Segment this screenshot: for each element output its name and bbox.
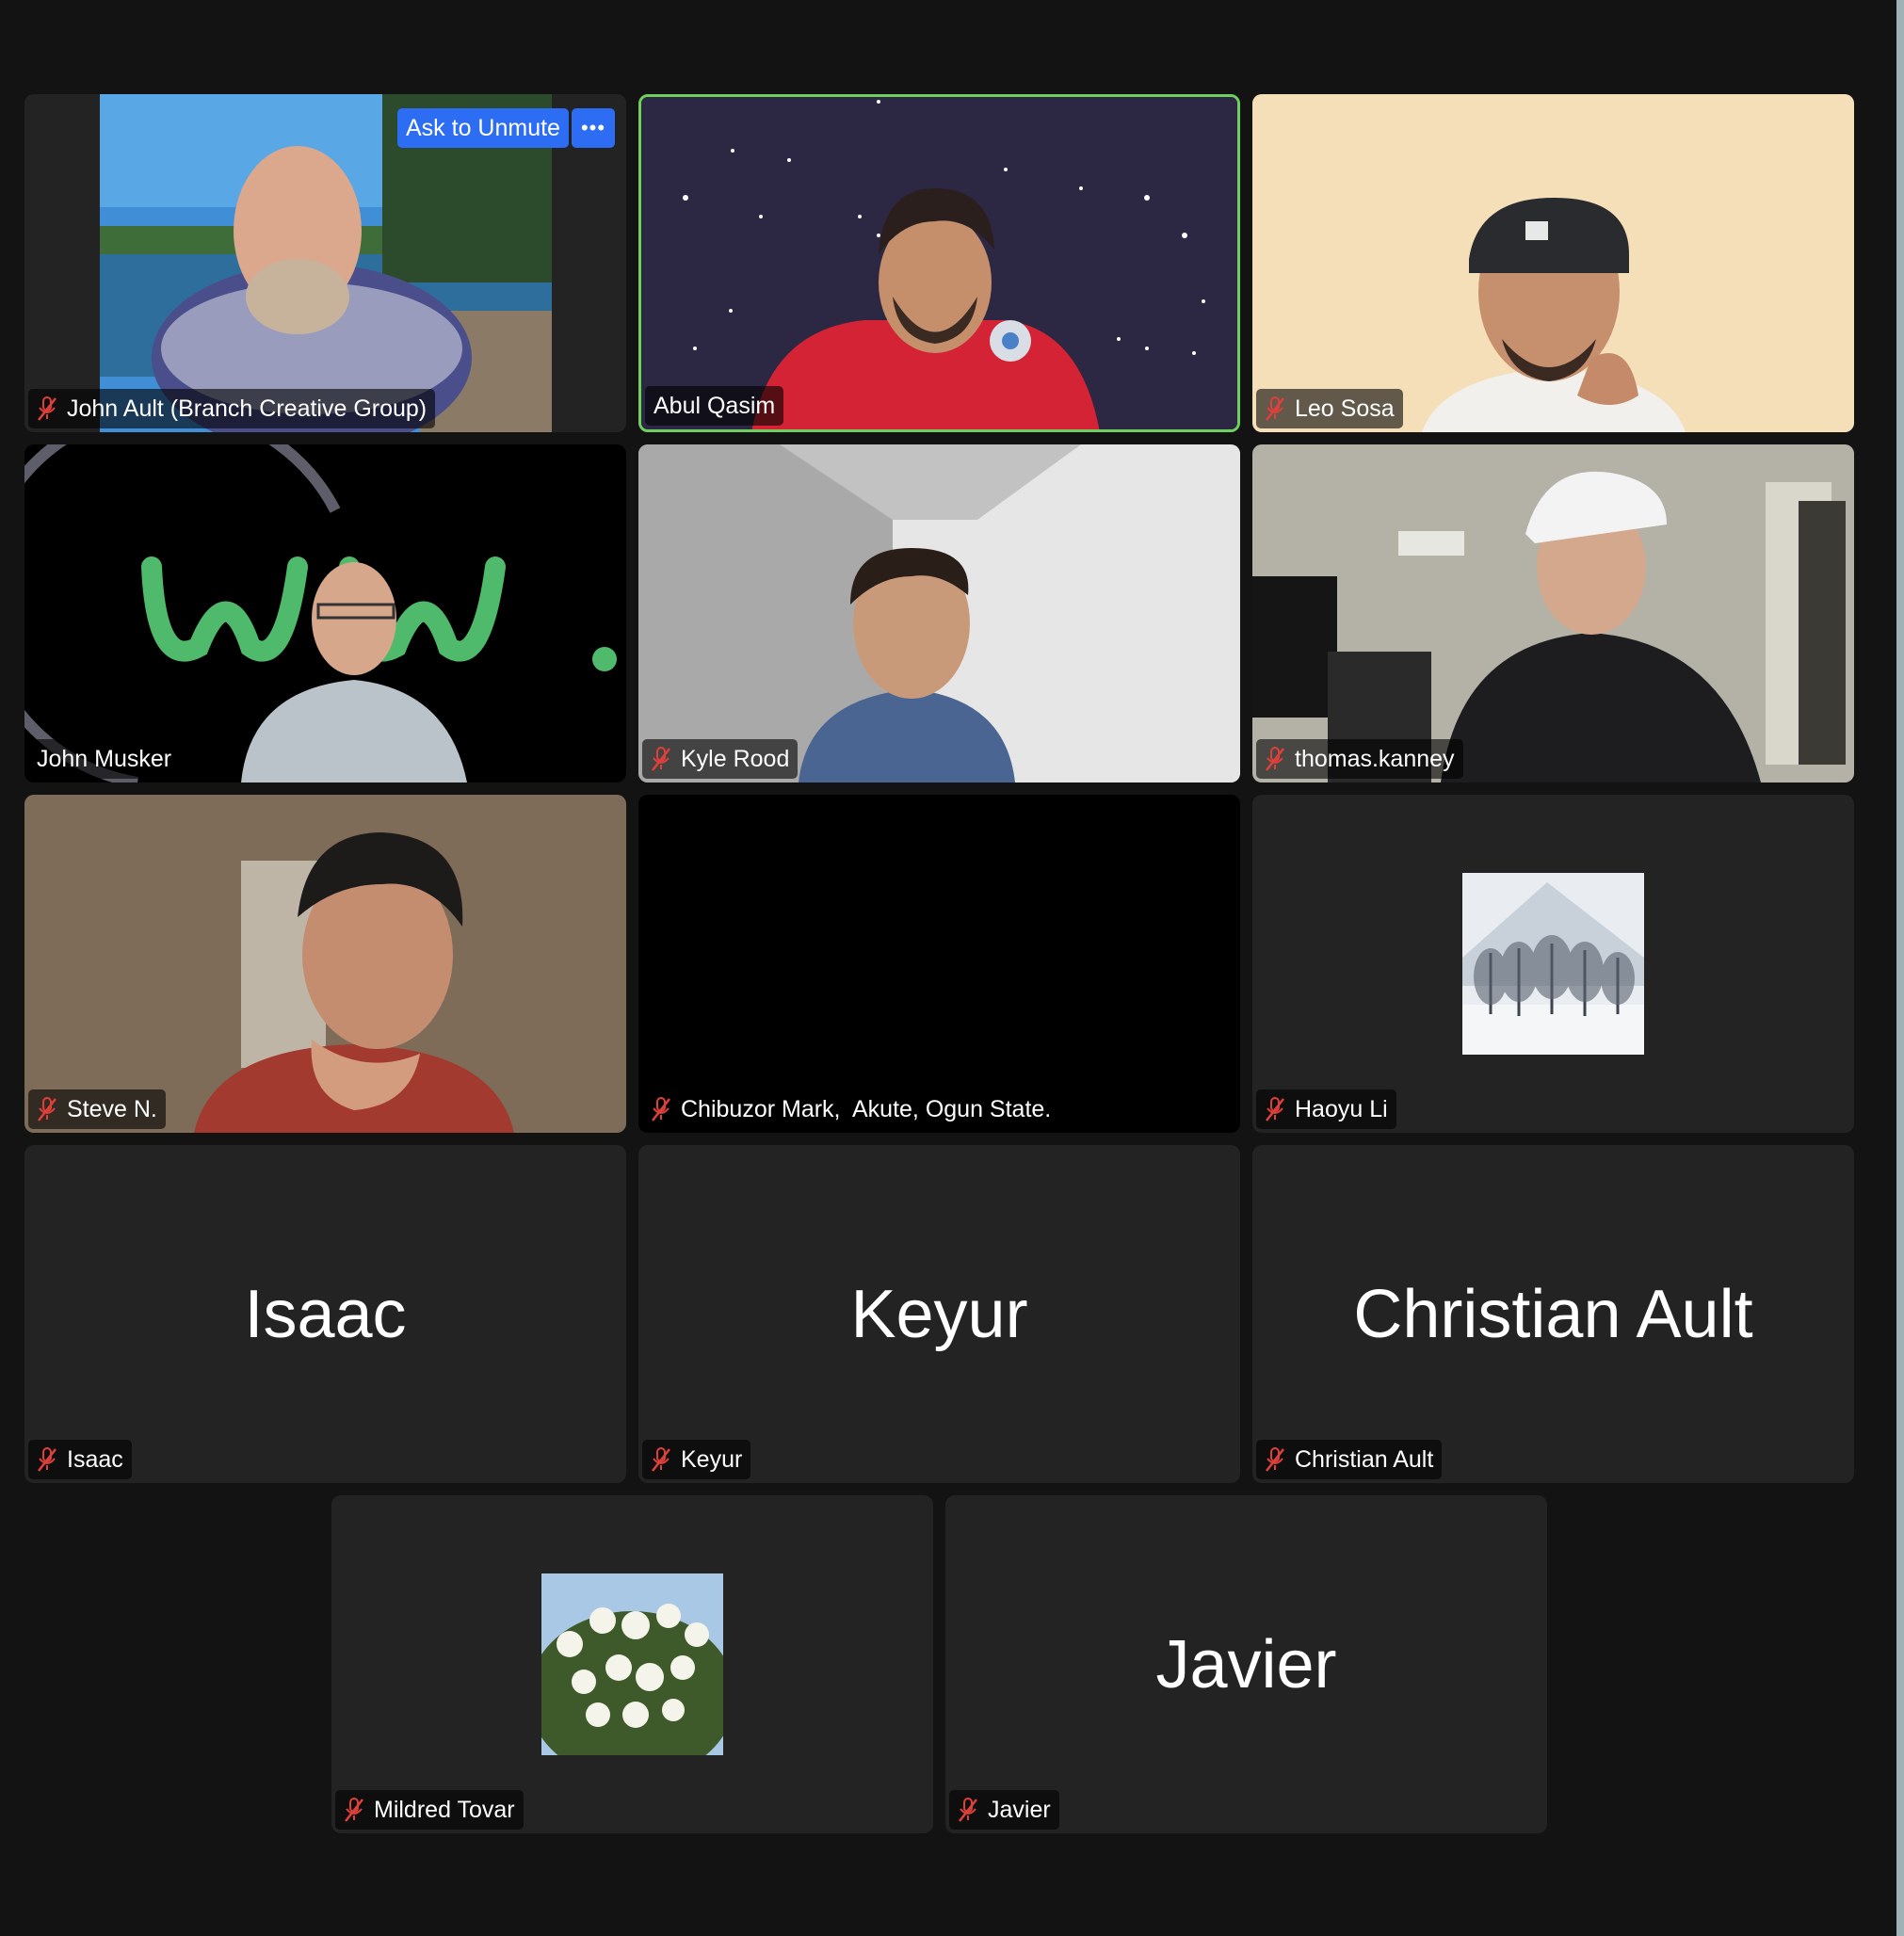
participant-name: Isaac [67,1446,123,1473]
participant-name: Chibuzor Mark, Akute, Ogun State. [681,1096,1052,1122]
participant-video [1252,94,1854,432]
participant-tile[interactable]: Isaac Isaac [24,1145,626,1483]
mic-muted-icon [38,396,56,421]
participant-tile[interactable]: Abul Qasim [638,94,1240,432]
mic-muted-icon [652,1447,670,1472]
participant-video [641,97,1237,429]
participant-name: Steve N. [67,1096,157,1122]
mic-muted-icon [1266,747,1284,771]
mic-muted-icon [1266,1447,1284,1472]
participant-name: Abul Qasim [653,393,776,419]
mic-muted-icon [38,1097,56,1121]
participant-video [24,444,626,782]
participant-tile[interactable]: Mildred Tovar [331,1495,933,1833]
participant-name: Keyur [681,1446,743,1473]
window-edge [1896,0,1904,1936]
mic-muted-icon [1266,396,1284,421]
participant-tile[interactable]: Javier Javier [945,1495,1547,1833]
participant-video [24,795,626,1133]
participant-name-tag: Javier [949,1790,1059,1830]
participant-display-name: Keyur [850,1276,1028,1352]
participant-name: Kyle Rood [681,746,790,772]
participant-tile[interactable]: Ask to Unmute ••• John Ault (Branch Crea… [24,94,626,432]
participant-display-name: Christian Ault [1353,1276,1753,1352]
participant-tile[interactable]: Kyle Rood [638,444,1240,782]
participant-tile[interactable]: Leo Sosa [1252,94,1854,432]
mic-muted-icon [345,1798,363,1822]
participant-display-name: Javier [1155,1626,1337,1702]
participant-tile[interactable]: Haoyu Li [1252,795,1854,1133]
participant-name-tag: Isaac [28,1440,132,1479]
participant-video [638,444,1240,782]
participant-name: John Ault (Branch Creative Group) [67,395,428,422]
participant-tile[interactable]: John Musker [24,444,626,782]
participant-name-tag: thomas.kanney [1256,739,1463,779]
participant-name-tag: Abul Qasim [645,386,784,426]
participant-tile[interactable]: Chibuzor Mark, Akute, Ogun State. [638,795,1240,1133]
participant-name: Mildred Tovar [374,1797,515,1823]
participant-name: Haoyu Li [1295,1096,1388,1122]
participant-tile[interactable]: Steve N. [24,795,626,1133]
participant-name-tag: John Ault (Branch Creative Group) [28,389,436,428]
participant-name-tag: Leo Sosa [1256,389,1403,428]
mic-muted-icon [652,747,670,771]
participant-name: Leo Sosa [1295,395,1395,422]
participant-name: thomas.kanney [1295,746,1455,772]
profile-picture [541,1573,723,1755]
participant-name-tag: Christian Ault [1256,1440,1443,1479]
participant-name-tag: Chibuzor Mark, Akute, Ogun State. [642,1089,1060,1129]
profile-picture [1462,873,1644,1055]
participant-name-tag: Mildred Tovar [335,1790,524,1830]
participant-tile[interactable]: Keyur Keyur [638,1145,1240,1483]
mic-muted-icon [1266,1097,1284,1121]
participant-name: John Musker [37,746,172,772]
mic-muted-icon [959,1798,977,1822]
participant-tile[interactable]: Christian Ault Christian Ault [1252,1145,1854,1483]
participant-name-tag: Kyle Rood [642,739,799,779]
participant-video [1252,444,1854,782]
more-options-button[interactable]: ••• [572,108,615,148]
participant-name: Christian Ault [1295,1446,1434,1473]
participant-name-tag: Haoyu Li [1256,1089,1396,1129]
more-icon: ••• [580,116,606,139]
mic-muted-icon [652,1097,670,1121]
participant-name-tag: Keyur [642,1440,751,1479]
participant-tile[interactable]: thomas.kanney [1252,444,1854,782]
participant-display-name: Isaac [244,1276,407,1352]
ask-to-unmute-button[interactable]: Ask to Unmute [397,108,569,148]
participant-name-tag: John Musker [28,739,181,779]
participant-name-tag: Steve N. [28,1089,166,1129]
mic-muted-icon [38,1447,56,1472]
participant-name: Javier [988,1797,1051,1823]
